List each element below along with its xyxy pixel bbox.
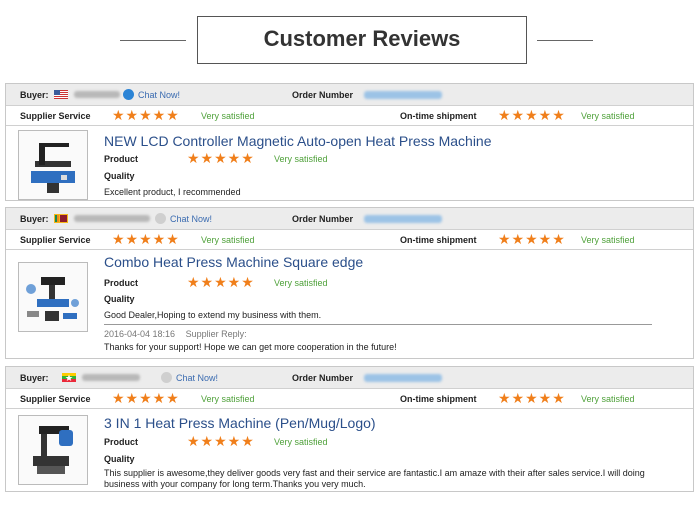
review-body: 3 IN 1 Heat Press Machine (Pen/Mug/Logo)… [6,409,693,491]
supplier-service-label: Supplier Service [20,394,91,404]
supplier-service-stars: ★★★★★ [112,108,180,124]
supplier-service-label: Supplier Service [20,235,91,245]
order-number-label: Order Number [292,214,354,224]
buyer-label: Buyer: [20,90,49,100]
on-time-text: Very satisfied [581,235,635,245]
order-number-redacted [364,215,442,223]
product-title[interactable]: Combo Heat Press Machine Square edge [104,254,363,270]
reply-divider [104,324,652,325]
product-rating-text: Very satisfied [274,437,328,447]
page-title: Customer Reviews [263,26,461,51]
chat-now-link[interactable]: Chat Now! [170,214,212,224]
title-divider-right [537,40,593,41]
order-number-redacted [364,91,442,99]
product-rating-text: Very satisfied [274,278,328,288]
chat-now-link[interactable]: Chat Now! [138,90,180,100]
buyer-bar: Buyer: Chat Now! Order Number [6,84,693,106]
review-body: Combo Heat Press Machine Square edge Pro… [6,250,693,358]
supplier-service-label: Supplier Service [20,111,91,121]
supplier-service-stars: ★★★★★ [112,391,180,407]
on-time-stars: ★★★★★ [498,391,566,407]
service-rating-bar: Supplier Service ★★★★★ Very satisfied On… [6,389,693,409]
supplier-service-text: Very satisfied [201,235,255,245]
review-card: Buyer: Chat Now! Order Number Supplier S… [5,366,694,492]
review-card: Buyer: Chat Now! Order Number Supplier S… [5,207,694,359]
reply-date: 2016-04-04 18:16 [104,329,176,339]
title-frame: Customer Reviews [197,16,527,64]
on-time-shipment-label: On-time shipment [400,111,477,121]
quality-label: Quality [104,294,135,304]
buyer-name-redacted [74,215,150,222]
on-time-text: Very satisfied [581,111,635,121]
us-flag-icon [54,90,68,99]
supplier-reply: Thanks for your support! Hope we can get… [104,342,397,352]
chat-icon[interactable] [155,213,166,224]
product-rating-text: Very satisfied [274,154,328,164]
reply-meta: 2016-04-04 18:16 Supplier Reply: [104,329,247,339]
order-number-label: Order Number [292,90,354,100]
product-label: Product [104,437,139,447]
product-thumbnail[interactable] [18,262,88,332]
product-label: Product [104,154,139,164]
buyer-name-redacted [74,91,120,98]
supplier-service-text: Very satisfied [201,394,255,404]
title-divider-left [120,40,186,41]
service-rating-bar: Supplier Service ★★★★★ Very satisfied On… [6,230,693,250]
chat-icon[interactable] [123,89,134,100]
buyer-label: Buyer: [20,373,49,383]
buyer-bar: Buyer: Chat Now! Order Number [6,367,693,389]
buyer-label: Buyer: [20,214,49,224]
reply-label: Supplier Reply: [185,329,247,339]
product-thumbnail[interactable] [18,415,88,485]
review-comment: Excellent product, I recommended [104,187,241,197]
on-time-shipment-label: On-time shipment [400,235,477,245]
service-rating-bar: Supplier Service ★★★★★ Very satisfied On… [6,106,693,126]
product-stars: ★★★★★ [187,275,255,291]
product-stars: ★★★★★ [187,151,255,167]
review-body: NEW LCD Controller Magnetic Auto-open He… [6,126,693,200]
product-stars: ★★★★★ [187,434,255,450]
on-time-shipment-label: On-time shipment [400,394,477,404]
product-title[interactable]: 3 IN 1 Heat Press Machine (Pen/Mug/Logo) [104,415,376,431]
sri-lanka-flag-icon [54,214,68,223]
quality-label: Quality [104,171,135,181]
quality-label: Quality [104,454,135,464]
on-time-stars: ★★★★★ [498,108,566,124]
on-time-stars: ★★★★★ [498,232,566,248]
order-number-redacted [364,374,442,382]
page-header: Customer Reviews [0,0,700,80]
review-comment: This supplier is awesome,they deliver go… [104,468,645,489]
buyer-bar: Buyer: Chat Now! Order Number [6,208,693,230]
myanmar-flag-icon [62,373,76,382]
product-label: Product [104,278,139,288]
review-comment: Good Dealer,Hoping to extend my business… [104,310,322,320]
on-time-text: Very satisfied [581,394,635,404]
chat-icon[interactable] [161,372,172,383]
order-number-label: Order Number [292,373,354,383]
supplier-service-text: Very satisfied [201,111,255,121]
buyer-name-redacted [82,374,140,381]
review-card: Buyer: Chat Now! Order Number Supplier S… [5,83,694,201]
supplier-service-stars: ★★★★★ [112,232,180,248]
product-thumbnail[interactable] [18,130,88,200]
chat-now-link[interactable]: Chat Now! [176,373,218,383]
product-title[interactable]: NEW LCD Controller Magnetic Auto-open He… [104,133,492,149]
